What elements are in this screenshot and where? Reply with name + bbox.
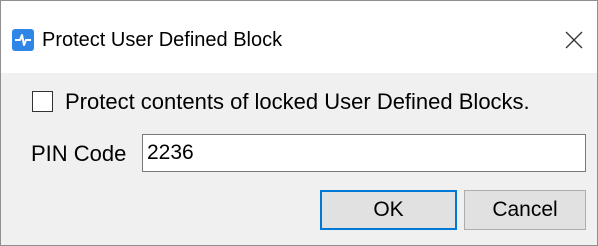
close-icon[interactable]	[557, 23, 591, 57]
cancel-button[interactable]: Cancel	[464, 190, 586, 230]
window-title: Protect User Defined Block	[42, 29, 283, 51]
pin-code-label: PIN Code	[31, 141, 127, 166]
app-logo-icon	[12, 29, 34, 51]
protect-contents-label[interactable]: Protect contents of locked User Defined …	[65, 89, 530, 115]
protect-contents-checkbox[interactable]	[32, 91, 53, 112]
ok-button[interactable]: OK	[320, 190, 457, 230]
title-bar: Protect User Defined Block	[1, 1, 597, 73]
protect-user-defined-block-dialog: Protect User Defined Block Protect conte…	[0, 0, 598, 246]
pin-code-input[interactable]	[142, 134, 586, 172]
